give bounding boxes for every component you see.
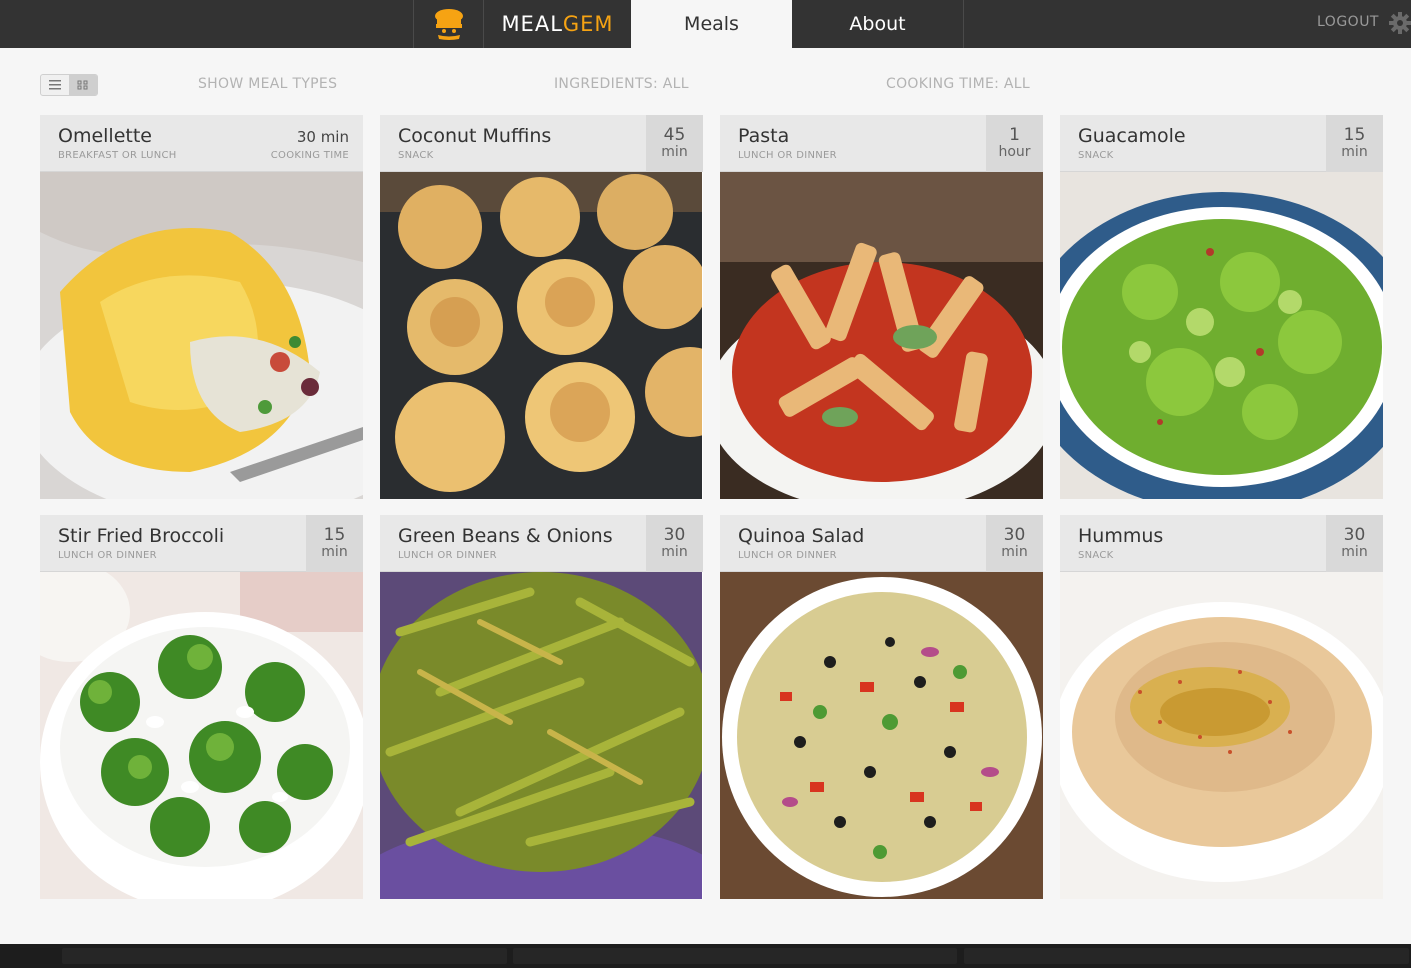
logo[interactable] bbox=[413, 0, 484, 48]
tab-meals[interactable]: Meals bbox=[631, 0, 792, 48]
brand-name-part1: MEAL bbox=[501, 12, 563, 36]
meal-title: Green Beans & Onions bbox=[398, 525, 613, 547]
cooking-time: 30 min bbox=[296, 128, 349, 146]
meal-title: Stir Fried Broccoli bbox=[58, 525, 225, 547]
meal-photo-stir-fried-broccoli bbox=[40, 572, 363, 899]
meal-title: Quinoa Salad bbox=[738, 525, 865, 547]
cooking-time-badge: 1 hour bbox=[986, 115, 1043, 172]
grid-view-icon bbox=[77, 80, 88, 90]
cooking-time-badge: 30 min bbox=[646, 515, 703, 572]
cooking-time-unit: min bbox=[661, 144, 688, 160]
meal-card-quinoa-salad[interactable]: Quinoa Salad LUNCH OR DINNER 30 min bbox=[720, 515, 1043, 899]
cooking-time-badge: 45 min bbox=[646, 115, 703, 172]
meal-type: SNACK bbox=[1078, 550, 1114, 561]
cooking-time-value: 15 bbox=[1343, 125, 1366, 145]
meal-card-guacamole[interactable]: Guacamole SNACK 15 min bbox=[1060, 115, 1383, 499]
card-header: Quinoa Salad LUNCH OR DINNER 30 min bbox=[720, 515, 1043, 572]
cooking-time-caption: COOKING TIME bbox=[270, 150, 349, 161]
meal-photo-quinoa-salad bbox=[720, 572, 1043, 899]
meal-title: Coconut Muffins bbox=[398, 125, 552, 147]
cooking-time-unit: min bbox=[1341, 144, 1368, 160]
meal-photo-pasta bbox=[720, 172, 1043, 499]
logout-link[interactable]: LOGOUT bbox=[1317, 14, 1379, 30]
meal-photo-guacamole bbox=[1060, 172, 1383, 499]
card-header: Hummus SNACK 30 min bbox=[1060, 515, 1383, 572]
list-view-icon bbox=[49, 80, 61, 90]
meal-card-omellette[interactable]: Omellette BREAKFAST OR LUNCH 30 min COOK… bbox=[40, 115, 363, 499]
cooking-time-value: 30 bbox=[663, 525, 686, 545]
meal-card-green-beans-onions[interactable]: Green Beans & Onions LUNCH OR DINNER 30 … bbox=[380, 515, 703, 899]
brand-logo[interactable]: MEAL GEM bbox=[484, 0, 631, 48]
meal-type: BREAKFAST OR LUNCH bbox=[58, 150, 177, 161]
tab-about[interactable]: About bbox=[792, 0, 964, 48]
meal-card-coconut-muffins[interactable]: Coconut Muffins SNACK 45 min bbox=[380, 115, 703, 499]
cooking-time-filter[interactable]: COOKING TIME: ALL bbox=[886, 76, 1030, 92]
bottom-segment bbox=[513, 948, 957, 964]
cooking-time-badge: 30 min bbox=[1326, 515, 1383, 572]
cooking-time-unit: min bbox=[661, 544, 688, 560]
gear-icon[interactable] bbox=[1389, 12, 1411, 34]
meal-type: SNACK bbox=[398, 150, 434, 161]
meal-photo-coconut-muffins bbox=[380, 172, 703, 499]
cooking-time-value: 30 bbox=[1343, 525, 1366, 545]
cooking-time-badge: 30 min bbox=[986, 515, 1043, 572]
card-header: Omellette BREAKFAST OR LUNCH 30 min COOK… bbox=[40, 115, 363, 172]
meal-type: LUNCH OR DINNER bbox=[58, 550, 157, 561]
ingredients-filter[interactable]: INGREDIENTS: ALL bbox=[554, 76, 689, 92]
card-header: Coconut Muffins SNACK 45 min bbox=[380, 115, 703, 172]
cooking-time-value: 45 bbox=[663, 125, 686, 145]
cooking-time-value: 1 bbox=[1009, 125, 1020, 145]
top-nav: MEAL GEM Meals About LOGOUT bbox=[0, 0, 1411, 48]
meal-title: Omellette bbox=[58, 125, 152, 147]
meal-type: LUNCH OR DINNER bbox=[738, 150, 837, 161]
meal-card-hummus[interactable]: Hummus SNACK 30 min bbox=[1060, 515, 1383, 899]
meal-title: Pasta bbox=[738, 125, 790, 147]
meal-type: LUNCH OR DINNER bbox=[738, 550, 837, 561]
cooking-time-unit: min bbox=[1341, 544, 1368, 560]
meal-photo-omellette bbox=[40, 172, 363, 499]
cooking-time-unit: min bbox=[1001, 544, 1028, 560]
list-view-button[interactable] bbox=[41, 75, 69, 95]
meal-photo-green-beans-onions bbox=[380, 572, 703, 899]
card-header: Stir Fried Broccoli LUNCH OR DINNER 15 m… bbox=[40, 515, 363, 572]
bottom-segment bbox=[964, 948, 1409, 964]
meal-card-pasta[interactable]: Pasta LUNCH OR DINNER 1 hour bbox=[720, 115, 1043, 499]
cooking-time-badge: 15 min bbox=[306, 515, 363, 572]
meal-card-stir-fried-broccoli[interactable]: Stir Fried Broccoli LUNCH OR DINNER 15 m… bbox=[40, 515, 363, 899]
cooking-time-unit: hour bbox=[998, 144, 1031, 160]
cooking-time-badge: 15 min bbox=[1326, 115, 1383, 172]
grid-view-button[interactable] bbox=[69, 75, 97, 95]
bottom-segment bbox=[62, 948, 507, 964]
cooking-time-unit: min bbox=[321, 544, 348, 560]
cooking-time-value: 30 bbox=[1003, 525, 1026, 545]
cooking-time-value: 15 bbox=[323, 525, 346, 545]
meal-type: SNACK bbox=[1078, 150, 1114, 161]
meal-title: Hummus bbox=[1078, 525, 1164, 547]
meal-title: Guacamole bbox=[1078, 125, 1186, 147]
card-header: Pasta LUNCH OR DINNER 1 hour bbox=[720, 115, 1043, 172]
meal-type: LUNCH OR DINNER bbox=[398, 550, 497, 561]
meal-photo-hummus bbox=[1060, 572, 1383, 899]
meal-types-filter[interactable]: SHOW MEAL TYPES bbox=[198, 76, 337, 92]
chef-hat-icon bbox=[434, 9, 463, 40]
view-mode-toggle bbox=[40, 74, 98, 96]
bottom-strip bbox=[0, 944, 1411, 968]
card-header: Green Beans & Onions LUNCH OR DINNER 30 … bbox=[380, 515, 703, 572]
card-header: Guacamole SNACK 15 min bbox=[1060, 115, 1383, 172]
brand-name-part2: GEM bbox=[562, 12, 614, 36]
